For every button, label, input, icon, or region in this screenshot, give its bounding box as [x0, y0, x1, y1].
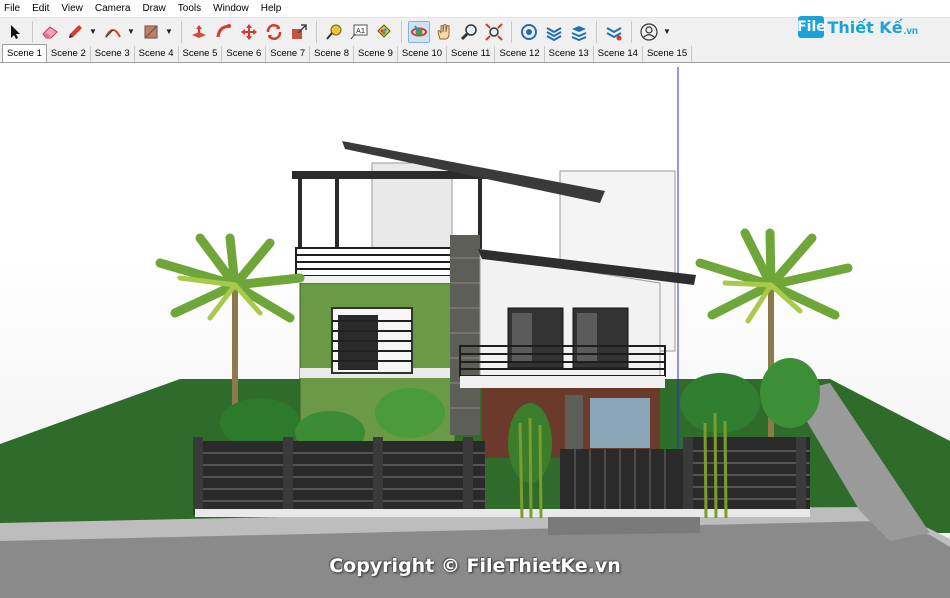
balcony-slab [460, 376, 665, 388]
toolbar-separator [32, 20, 33, 43]
text-icon[interactable]: A1 [348, 21, 370, 43]
logo-mark: File [797, 16, 826, 38]
pergola-post [298, 179, 302, 249]
tab-scene-12[interactable]: Scene 12 [495, 46, 545, 62]
logo-text: Thiết Kế [827, 17, 903, 37]
eraser-icon[interactable] [39, 21, 61, 43]
user-icon[interactable] [638, 21, 660, 43]
living-window [590, 398, 650, 448]
toolbar-separator [596, 20, 597, 43]
arrow-cursor-icon[interactable] [4, 21, 26, 43]
door-glass [512, 313, 532, 363]
rectangle-icon[interactable] [140, 21, 162, 43]
logo-domain: .vn [903, 26, 918, 37]
menu-edit[interactable]: Edit [32, 0, 49, 17]
pergola-post [335, 179, 339, 249]
orbit-icon[interactable] [408, 20, 430, 43]
layers-icon[interactable] [568, 21, 590, 43]
move-icon[interactable] [238, 21, 260, 43]
tab-scene-11[interactable]: Scene 11 [447, 46, 496, 62]
site-logo: File Thiết Kế .vn [797, 12, 918, 42]
toolbar-separator [511, 20, 512, 43]
tab-scene-7[interactable]: Scene 7 [266, 46, 311, 62]
menu-tools[interactable]: Tools [178, 0, 201, 17]
extension-icon[interactable] [543, 21, 565, 43]
menu-help[interactable]: Help [261, 0, 282, 17]
tab-scene-15[interactable]: Scene 15 [643, 46, 693, 62]
warehouse-icon[interactable] [518, 21, 540, 43]
tab-scene-9[interactable]: Scene 9 [354, 46, 398, 62]
tab-scene-4[interactable]: Scene 4 [135, 46, 179, 62]
paint-bucket-icon[interactable] [373, 21, 395, 43]
zoom-extents-icon[interactable] [483, 21, 505, 43]
toolbar-separator [316, 20, 317, 43]
terrace-slab [296, 276, 456, 283]
menu-draw[interactable]: Draw [142, 0, 165, 17]
tab-scene-1[interactable]: Scene 1 [2, 44, 47, 62]
pencil-icon[interactable] [64, 21, 86, 43]
zoom-icon[interactable] [458, 21, 480, 43]
tab-scene-5[interactable]: Scene 5 [179, 46, 223, 62]
push-pull-icon[interactable] [188, 21, 210, 43]
tab-scene-10[interactable]: Scene 10 [398, 46, 448, 62]
scene-tabs: Scene 1 Scene 2 Scene 3 Scene 4 Scene 5 … [0, 44, 950, 63]
menu-file[interactable]: File [4, 0, 20, 17]
text-tool-label: A1 [356, 27, 365, 35]
tab-scene-2[interactable]: Scene 2 [47, 46, 91, 62]
follow-me-icon[interactable] [213, 21, 235, 43]
toolbar-separator [401, 20, 402, 43]
extension-manager-icon[interactable] [603, 21, 625, 43]
toolbar-separator [181, 20, 182, 43]
chevron-down-icon[interactable]: ▼ [663, 21, 671, 43]
tab-scene-8[interactable]: Scene 8 [310, 46, 354, 62]
tab-scene-13[interactable]: Scene 13 [545, 46, 594, 62]
stone-column [450, 235, 480, 435]
chevron-down-icon[interactable]: ▼ [89, 21, 97, 43]
tab-scene-14[interactable]: Scene 14 [594, 46, 643, 62]
tape-measure-icon[interactable] [323, 21, 345, 43]
chevron-down-icon[interactable]: ▼ [127, 21, 135, 43]
toolbar-separator [631, 20, 632, 43]
rotate-icon[interactable] [263, 21, 285, 43]
door-glass [577, 313, 597, 363]
menu-window[interactable]: Window [213, 0, 249, 17]
house-model-render [0, 67, 950, 598]
model-viewport[interactable]: Copyright © FileThietKe.vn [0, 63, 950, 598]
tab-scene-3[interactable]: Scene 3 [91, 46, 135, 62]
scale-icon[interactable] [288, 21, 310, 43]
chevron-down-icon[interactable]: ▼ [165, 21, 173, 43]
menu-view[interactable]: View [61, 0, 83, 17]
tab-scene-6[interactable]: Scene 6 [222, 46, 267, 62]
menu-camera[interactable]: Camera [95, 0, 131, 17]
entry-pillar [565, 395, 583, 455]
railing-bars [296, 254, 456, 270]
copyright-watermark: Copyright © FileThietKe.vn [329, 555, 621, 577]
hand-icon[interactable] [433, 21, 455, 43]
arc-icon[interactable] [102, 21, 124, 43]
